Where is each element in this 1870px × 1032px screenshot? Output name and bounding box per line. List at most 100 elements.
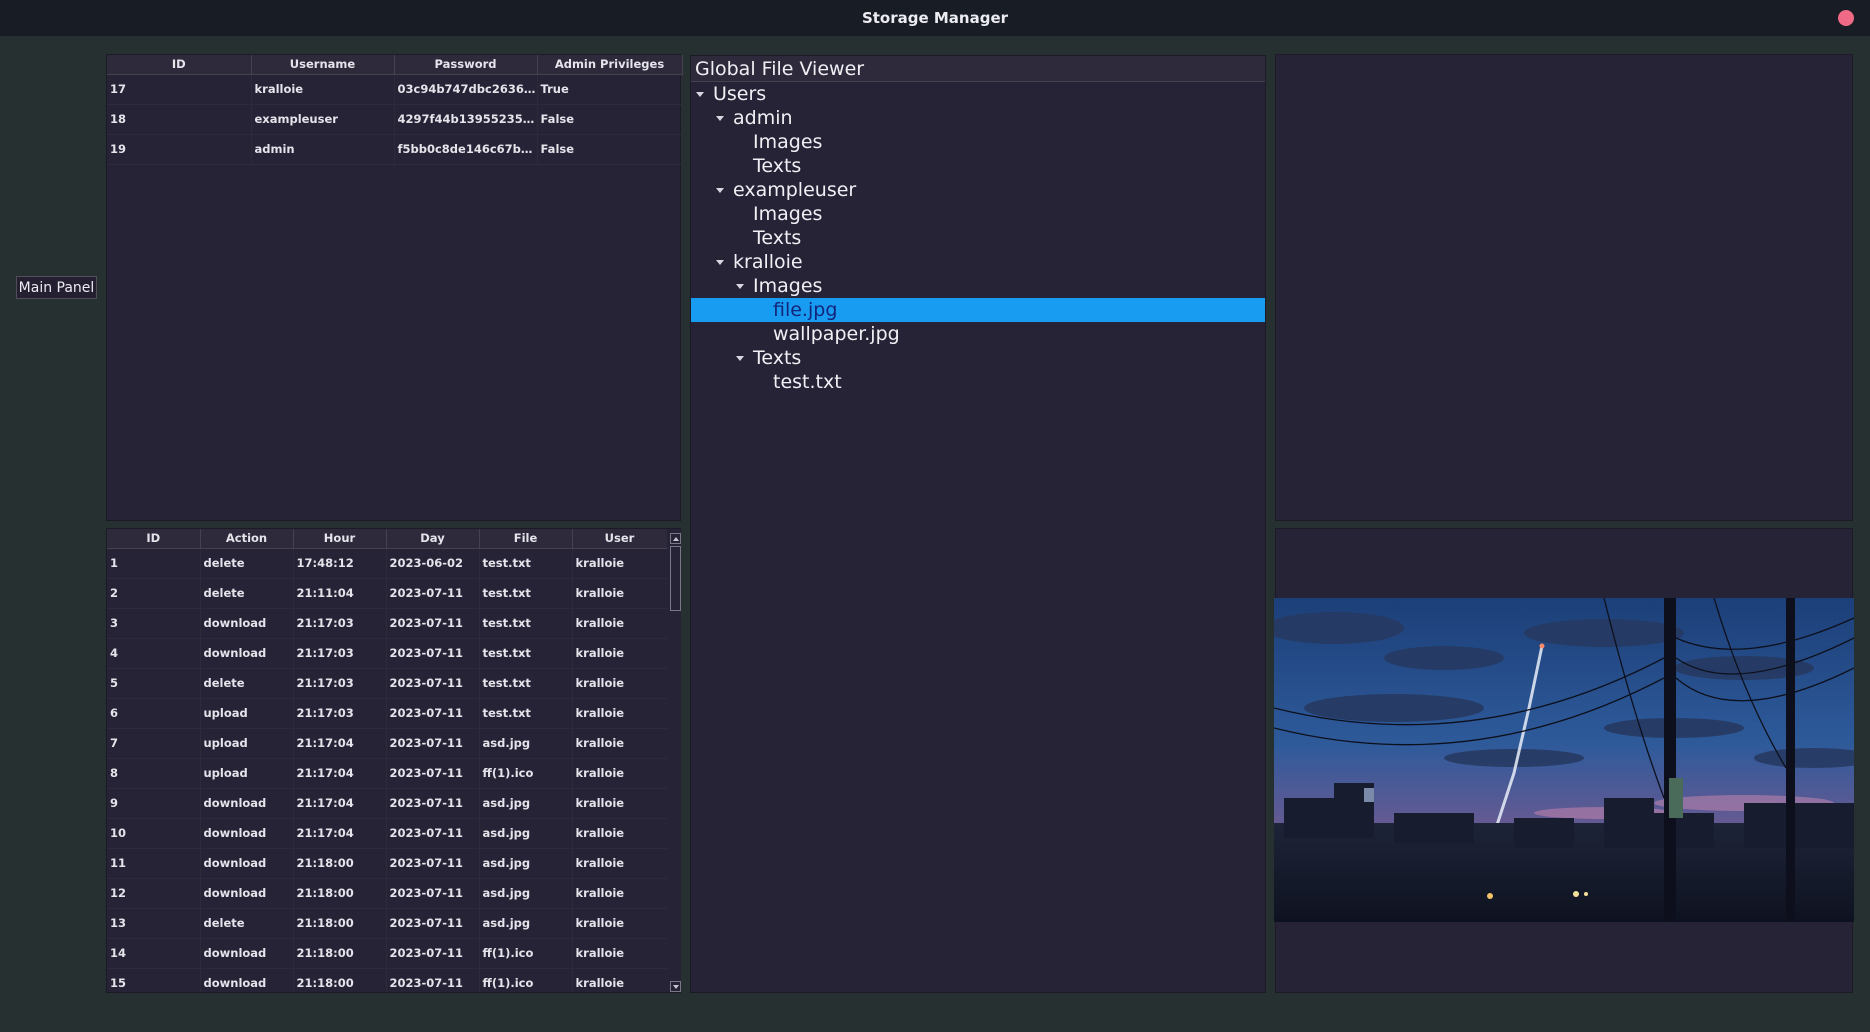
tree-item[interactable]: Users — [691, 82, 1265, 106]
log-id-cell[interactable]: 6 — [107, 698, 201, 729]
column-header-admin-privileges[interactable]: Admin Privileges — [537, 55, 683, 75]
expand-arrow-icon[interactable] — [716, 260, 724, 265]
user-cell[interactable]: kralloie — [572, 758, 667, 789]
hour-cell[interactable]: 17:48:12 — [293, 548, 387, 579]
column-header-file[interactable]: File — [479, 529, 573, 549]
table-row[interactable]: 6 upload 21:17:03 2023-07-11 test.txt kralloi… — [107, 698, 667, 729]
hour-cell[interactable]: 21:11:04 — [293, 578, 387, 609]
tree-item[interactable]: file.jpg — [691, 298, 1265, 322]
day-cell[interactable]: 2023-07-11 — [386, 758, 480, 789]
user-cell[interactable]: kralloie — [572, 728, 667, 759]
table-row[interactable]: 1 delete 17:48:12 2023-06-02 test.txt kralloi… — [107, 548, 667, 579]
file-cell[interactable]: ff(1).ico — [479, 758, 573, 789]
hour-cell[interactable]: 21:17:04 — [293, 758, 387, 789]
hour-cell[interactable]: 21:17:03 — [293, 698, 387, 729]
day-cell[interactable]: 2023-07-11 — [386, 668, 480, 699]
log-id-cell[interactable]: 13 — [107, 908, 201, 939]
tree-item[interactable]: admin — [691, 106, 1265, 130]
close-window-button[interactable] — [1838, 10, 1854, 26]
table-row[interactable]: 15 download 21:18:00 2023-07-11 ff(1).ico kra… — [107, 968, 667, 992]
log-id-cell[interactable]: 2 — [107, 578, 201, 609]
day-cell[interactable]: 2023-07-11 — [386, 698, 480, 729]
action-cell[interactable]: download — [200, 938, 294, 969]
table-row[interactable]: 11 download 21:18:00 2023-07-11 asd.jpg krall… — [107, 848, 667, 879]
tree-item[interactable]: test.txt — [691, 370, 1265, 394]
hour-cell[interactable]: 21:17:04 — [293, 788, 387, 819]
scroll-up-button[interactable] — [670, 533, 681, 544]
password-hash-cell[interactable]: f5bb0c8de146c67b44… — [394, 134, 538, 165]
user-cell[interactable]: kralloie — [572, 878, 667, 909]
table-row[interactable]: 18 exampleuser 4297f44b1395523524… False — [107, 104, 683, 135]
action-cell[interactable]: upload — [200, 698, 294, 729]
user-cell[interactable]: kralloie — [572, 908, 667, 939]
action-cell[interactable]: download — [200, 788, 294, 819]
table-row[interactable]: 13 delete 21:18:00 2023-07-11 asd.jpg kralloi… — [107, 908, 667, 939]
user-cell[interactable]: kralloie — [572, 818, 667, 849]
admin-privileges-cell[interactable]: False — [537, 104, 683, 135]
file-viewer-header[interactable]: Global File Viewer — [691, 56, 1265, 82]
user-cell[interactable]: kralloie — [572, 638, 667, 669]
log-id-cell[interactable]: 9 — [107, 788, 201, 819]
user-id-cell[interactable]: 17 — [107, 74, 252, 105]
day-cell[interactable]: 2023-07-11 — [386, 938, 480, 969]
action-cell[interactable]: delete — [200, 578, 294, 609]
log-scrollbar[interactable] — [669, 530, 681, 992]
day-cell[interactable]: 2023-07-11 — [386, 968, 480, 992]
log-id-cell[interactable]: 14 — [107, 938, 201, 969]
table-row[interactable]: 8 upload 21:17:04 2023-07-11 ff(1).ico krallo… — [107, 758, 667, 789]
admin-privileges-cell[interactable]: True — [537, 74, 683, 105]
password-hash-cell[interactable]: 4297f44b1395523524… — [394, 104, 538, 135]
file-cell[interactable]: asd.jpg — [479, 788, 573, 819]
day-cell[interactable]: 2023-07-11 — [386, 848, 480, 879]
scrollbar-thumb[interactable] — [670, 546, 681, 611]
day-cell[interactable]: 2023-07-11 — [386, 578, 480, 609]
username-cell[interactable]: kralloie — [251, 74, 395, 105]
table-row[interactable]: 4 download 21:17:03 2023-07-11 test.txt krall… — [107, 638, 667, 669]
day-cell[interactable]: 2023-07-11 — [386, 818, 480, 849]
hour-cell[interactable]: 21:17:03 — [293, 638, 387, 669]
log-id-cell[interactable]: 3 — [107, 608, 201, 639]
column-header-user[interactable]: User — [572, 529, 667, 549]
table-row[interactable]: 17 kralloie 03c94b747dbc2636ee… True — [107, 74, 683, 105]
username-cell[interactable]: admin — [251, 134, 395, 165]
user-cell[interactable]: kralloie — [572, 968, 667, 992]
file-cell[interactable]: test.txt — [479, 668, 573, 699]
user-cell[interactable]: kralloie — [572, 578, 667, 609]
tree-item[interactable]: wallpaper.jpg — [691, 322, 1265, 346]
expand-arrow-icon[interactable] — [696, 92, 704, 97]
user-cell[interactable]: kralloie — [572, 668, 667, 699]
table-row[interactable]: 12 download 21:18:00 2023-07-11 asd.jpg krall… — [107, 878, 667, 909]
table-row[interactable]: 19 admin f5bb0c8de146c67b44… False — [107, 134, 683, 165]
log-id-cell[interactable]: 11 — [107, 848, 201, 879]
column-header-day[interactable]: Day — [386, 529, 480, 549]
table-row[interactable]: 10 download 21:17:04 2023-07-11 asd.jpg krall… — [107, 818, 667, 849]
hour-cell[interactable]: 21:18:00 — [293, 908, 387, 939]
column-header-hour[interactable]: Hour — [293, 529, 387, 549]
tree-item[interactable]: Texts — [691, 346, 1265, 370]
hour-cell[interactable]: 21:18:00 — [293, 848, 387, 879]
action-cell[interactable]: download — [200, 968, 294, 992]
tree-item[interactable]: Images — [691, 202, 1265, 226]
file-cell[interactable]: asd.jpg — [479, 818, 573, 849]
hour-cell[interactable]: 21:17:04 — [293, 818, 387, 849]
action-cell[interactable]: delete — [200, 908, 294, 939]
tree-item[interactable]: exampleuser — [691, 178, 1265, 202]
action-cell[interactable]: download — [200, 878, 294, 909]
column-header-action[interactable]: Action — [200, 529, 294, 549]
user-cell[interactable]: kralloie — [572, 848, 667, 879]
admin-privileges-cell[interactable]: False — [537, 134, 683, 165]
hour-cell[interactable]: 21:18:00 — [293, 938, 387, 969]
action-cell[interactable]: delete — [200, 668, 294, 699]
table-row[interactable]: 7 upload 21:17:04 2023-07-11 asd.jpg kralloie — [107, 728, 667, 759]
day-cell[interactable]: 2023-07-11 — [386, 638, 480, 669]
user-cell[interactable]: kralloie — [572, 608, 667, 639]
password-hash-cell[interactable]: 03c94b747dbc2636ee… — [394, 74, 538, 105]
user-id-cell[interactable]: 18 — [107, 104, 252, 135]
log-id-cell[interactable]: 7 — [107, 728, 201, 759]
user-cell[interactable]: kralloie — [572, 698, 667, 729]
table-row[interactable]: 5 delete 21:17:03 2023-07-11 test.txt kralloi… — [107, 668, 667, 699]
column-header-id[interactable]: ID — [107, 55, 252, 75]
action-cell[interactable]: delete — [200, 548, 294, 579]
file-cell[interactable]: asd.jpg — [479, 848, 573, 879]
table-row[interactable]: 3 download 21:17:03 2023-07-11 test.txt krall… — [107, 608, 667, 639]
